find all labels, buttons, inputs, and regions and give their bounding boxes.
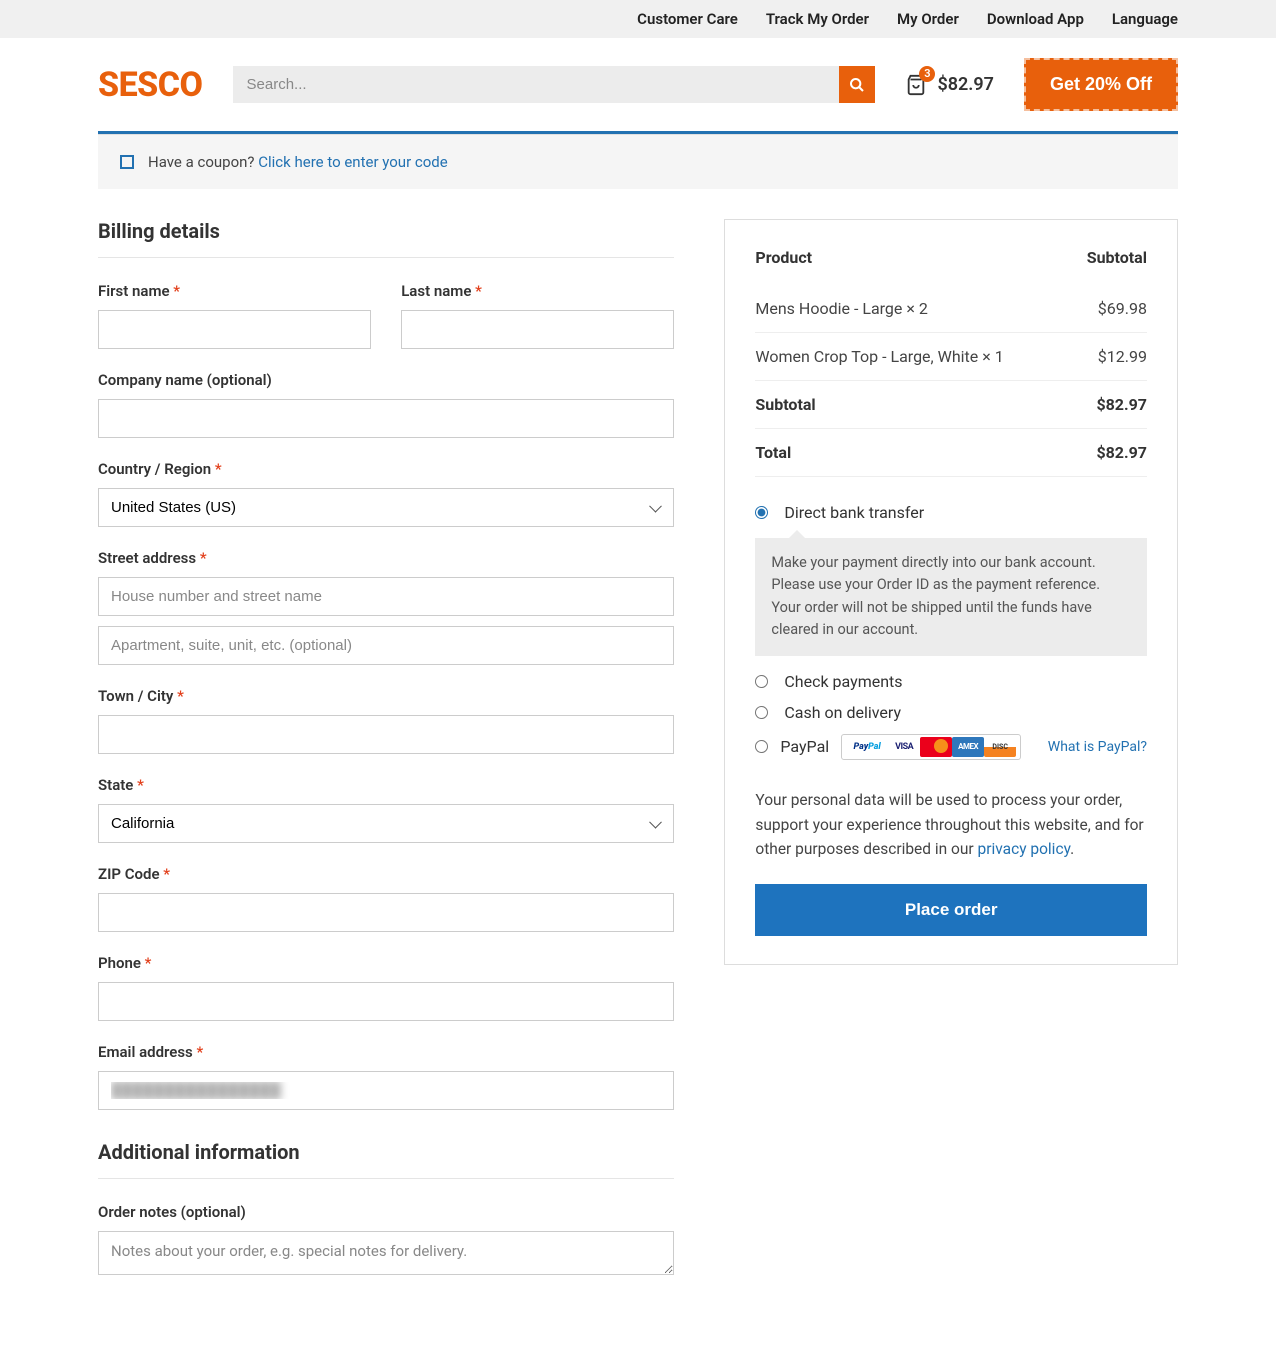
state-label: State * bbox=[98, 776, 674, 794]
logo[interactable]: SESCO bbox=[98, 65, 203, 105]
payment-label-paypal[interactable]: PayPal bbox=[780, 737, 829, 756]
payment-bank-description: Make your payment directly into our bank… bbox=[755, 538, 1147, 656]
search-button[interactable] bbox=[839, 66, 875, 103]
company-label: Company name (optional) bbox=[98, 371, 674, 389]
payment-radio-bank[interactable] bbox=[755, 506, 768, 519]
cart-total: $82.97 bbox=[937, 74, 994, 95]
email-label: Email address * bbox=[98, 1043, 674, 1061]
topbar-link-track-order[interactable]: Track My Order bbox=[766, 10, 869, 28]
billing-column: Billing details First name * Last name *… bbox=[98, 219, 724, 1301]
privacy-text: Your personal data will be used to proce… bbox=[755, 788, 1147, 862]
payment-radio-paypal[interactable] bbox=[755, 740, 768, 753]
privacy-policy-link[interactable]: privacy policy bbox=[978, 840, 1071, 858]
country-label: Country / Region * bbox=[98, 460, 674, 478]
order-item-name: Women Crop Top - Large, White × 1 bbox=[755, 347, 1003, 366]
notes-textarea[interactable] bbox=[98, 1231, 674, 1275]
last-name-label: Last name * bbox=[401, 282, 674, 300]
payment-methods: Direct bank transfer Make your payment d… bbox=[755, 497, 1147, 766]
coupon-link[interactable]: Click here to enter your code bbox=[258, 153, 447, 171]
header: SESCO 3 $82.97 Get 20% Off bbox=[78, 38, 1198, 131]
search-form bbox=[233, 66, 876, 103]
payment-label-cod[interactable]: Cash on delivery bbox=[784, 703, 901, 722]
payment-label-bank[interactable]: Direct bank transfer bbox=[784, 503, 924, 522]
search-icon bbox=[849, 77, 865, 93]
zip-label: ZIP Code * bbox=[98, 865, 674, 883]
coupon-bar: Have a coupon? Click here to enter your … bbox=[98, 134, 1178, 189]
topbar-link-my-order[interactable]: My Order bbox=[897, 10, 959, 28]
order-item-price: $12.99 bbox=[1098, 347, 1147, 366]
billing-heading: Billing details bbox=[98, 219, 674, 243]
topbar-link-customer-care[interactable]: Customer Care bbox=[637, 10, 738, 28]
place-order-button[interactable]: Place order bbox=[755, 884, 1147, 936]
paypal-cards-icon: PayPal VISA AMEX DISC bbox=[841, 734, 1021, 760]
street-input-1[interactable] bbox=[98, 577, 674, 616]
order-item-price: $69.98 bbox=[1098, 299, 1147, 318]
first-name-label: First name * bbox=[98, 282, 371, 300]
what-is-paypal-link[interactable]: What is PayPal? bbox=[1048, 739, 1147, 755]
divider bbox=[98, 257, 674, 258]
order-item: Mens Hoodie - Large × 2 $69.98 bbox=[755, 285, 1147, 333]
promo-button[interactable]: Get 20% Off bbox=[1024, 58, 1178, 111]
cart-badge: 3 bbox=[919, 66, 935, 82]
company-input[interactable] bbox=[98, 399, 674, 438]
coupon-icon bbox=[120, 155, 134, 169]
product-head: Product bbox=[755, 248, 812, 267]
divider bbox=[98, 1178, 674, 1179]
street-label: Street address * bbox=[98, 549, 674, 567]
topbar: Customer Care Track My Order My Order Do… bbox=[0, 0, 1276, 38]
email-input[interactable] bbox=[98, 1071, 674, 1110]
additional-heading: Additional information bbox=[98, 1140, 674, 1164]
state-select[interactable]: California bbox=[98, 804, 674, 843]
subtotal-row: Subtotal $82.97 bbox=[755, 381, 1147, 429]
payment-radio-check[interactable] bbox=[755, 675, 768, 688]
payment-label-check[interactable]: Check payments bbox=[784, 672, 902, 691]
city-input[interactable] bbox=[98, 715, 674, 754]
cart-link[interactable]: 3 $82.97 bbox=[905, 74, 994, 96]
subtotal-head: Subtotal bbox=[1087, 248, 1147, 267]
payment-radio-cod[interactable] bbox=[755, 706, 768, 719]
order-item: Women Crop Top - Large, White × 1 $12.99 bbox=[755, 333, 1147, 381]
order-summary: Product Subtotal Mens Hoodie - Large × 2… bbox=[724, 219, 1178, 965]
coupon-prompt: Have a coupon? bbox=[148, 153, 255, 171]
last-name-input[interactable] bbox=[401, 310, 674, 349]
topbar-link-download-app[interactable]: Download App bbox=[987, 10, 1084, 28]
first-name-input[interactable] bbox=[98, 310, 371, 349]
total-row: Total $82.97 bbox=[755, 429, 1147, 477]
topbar-link-language[interactable]: Language bbox=[1112, 10, 1178, 28]
notes-label: Order notes (optional) bbox=[98, 1203, 674, 1221]
street-input-2[interactable] bbox=[98, 626, 674, 665]
order-item-name: Mens Hoodie - Large × 2 bbox=[755, 299, 927, 318]
zip-input[interactable] bbox=[98, 893, 674, 932]
phone-input[interactable] bbox=[98, 982, 674, 1021]
country-select[interactable]: United States (US) bbox=[98, 488, 674, 527]
phone-label: Phone * bbox=[98, 954, 674, 972]
search-input[interactable] bbox=[233, 66, 840, 103]
city-label: Town / City * bbox=[98, 687, 674, 705]
